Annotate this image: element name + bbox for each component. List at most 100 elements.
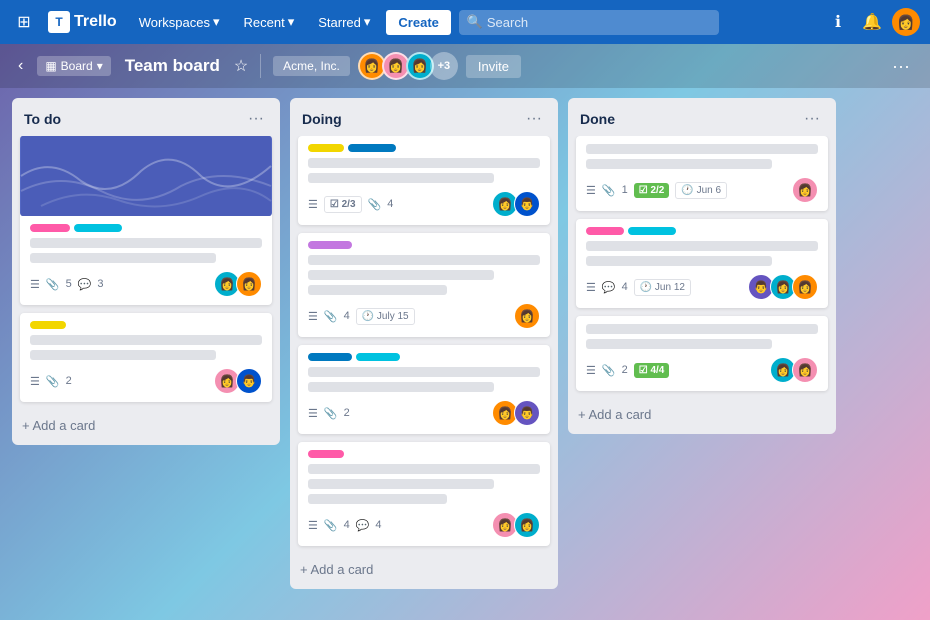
due-date-badge: 🕐 July 15: [356, 308, 415, 325]
card-avatar[interactable]: 👨: [514, 191, 540, 217]
attach-icon: 📎: [368, 198, 382, 211]
star-button[interactable]: ☆: [234, 56, 248, 76]
menu-icon: ☰: [30, 375, 40, 388]
card-todo-1[interactable]: ☰ 📎 5 💬 3 👩 👩: [20, 136, 272, 305]
comment-count: 3: [97, 278, 103, 290]
recent-menu[interactable]: Recent ▾: [236, 10, 303, 34]
card-text-line: [586, 324, 818, 334]
list-title-done: Done: [580, 111, 615, 127]
attach-icon: 📎: [324, 310, 338, 323]
card-text-line: [30, 335, 262, 345]
card-doing-3[interactable]: ☰ 📎 2 👩 👨: [298, 345, 550, 434]
info-button[interactable]: ℹ: [824, 8, 852, 36]
add-card-button-doing[interactable]: + Add a card: [290, 554, 558, 585]
label-cyan: [628, 227, 676, 235]
card-text-line: [308, 285, 447, 295]
check-badge-green: ☑ 4/4: [634, 363, 670, 378]
card-doing-1[interactable]: ☰ ☑ 2/3 📎 4 👩 👨: [298, 136, 550, 225]
board-more-button[interactable]: ···: [884, 52, 918, 81]
board-icon: ▦: [45, 59, 56, 73]
attach-icon: 📎: [602, 364, 616, 377]
card-meta: ☰ 📎 4 🕐 July 15 👩: [308, 303, 540, 329]
card-text-line: [308, 367, 540, 377]
attach-icon: 📎: [46, 375, 60, 388]
card-meta: ☰ 📎 2 ☑ 4/4 👩 👩: [586, 357, 818, 383]
card-done-2[interactable]: ☰ 💬 4 🕐 Jun 12 👨 👩 👩: [576, 219, 828, 308]
board-subheader: ‹ ▦ Board ▾ Team board ☆ Acme, Inc. 👩 👩 …: [0, 44, 930, 88]
starred-menu[interactable]: Starred ▾: [310, 10, 378, 34]
card-labels: [308, 144, 540, 152]
list-cards-todo: ☰ 📎 5 💬 3 👩 👩: [12, 136, 280, 410]
grid-menu-button[interactable]: ⊞: [10, 8, 38, 36]
board-title: Team board: [119, 56, 226, 76]
list-more-done[interactable]: ···: [800, 108, 824, 130]
card-avatars: 👩 👨: [492, 400, 540, 426]
attach-icon: 📎: [324, 519, 338, 532]
nav-right-actions: ℹ 🔔 👩: [824, 8, 920, 36]
back-button[interactable]: ‹: [12, 53, 29, 79]
add-card-button-todo[interactable]: + Add a card: [12, 410, 280, 441]
label-pink: [586, 227, 624, 235]
search-input[interactable]: [459, 10, 719, 35]
card-avatar[interactable]: 👩: [236, 271, 262, 297]
label-purple: [308, 241, 352, 249]
label-blue: [308, 353, 352, 361]
divider: [260, 54, 261, 78]
card-avatars: 👩 👨: [214, 368, 262, 394]
comment-icon: 💬: [356, 519, 370, 532]
list-header-done: Done ···: [568, 98, 836, 136]
card-avatar[interactable]: 👩: [792, 177, 818, 203]
card-labels: [586, 227, 818, 235]
card-text-line: [586, 144, 818, 154]
card-doing-2[interactable]: ☰ 📎 4 🕐 July 15 👩: [298, 233, 550, 337]
card-avatar[interactable]: 👩: [792, 274, 818, 300]
attach-count: 4: [387, 198, 393, 210]
card-meta: ☰ 💬 4 🕐 Jun 12 👨 👩 👩: [586, 274, 818, 300]
attach-count: 2: [66, 375, 72, 387]
card-avatar[interactable]: 👩: [514, 512, 540, 538]
user-avatar[interactable]: 👩: [892, 8, 920, 36]
card-labels: [308, 450, 540, 458]
list-more-todo[interactable]: ···: [244, 108, 268, 130]
workspace-badge[interactable]: Acme, Inc.: [273, 56, 350, 76]
card-done-3[interactable]: ☰ 📎 2 ☑ 4/4 👩 👩: [576, 316, 828, 391]
create-button[interactable]: Create: [386, 10, 450, 35]
check-badge-green: ☑ 2/2: [634, 183, 670, 198]
card-text-line: [308, 158, 540, 168]
more-members-badge[interactable]: +3: [430, 52, 458, 80]
list-more-doing[interactable]: ···: [522, 108, 546, 130]
menu-icon: ☰: [308, 198, 318, 211]
card-doing-4[interactable]: ☰ 📎 4 💬 4 👩 👩: [298, 442, 550, 546]
card-meta: ☰ 📎 5 💬 3 👩 👩: [30, 271, 262, 297]
card-meta: ☰ 📎 4 💬 4 👩 👩: [308, 512, 540, 538]
label-yellow: [30, 321, 66, 329]
add-card-button-done[interactable]: + Add a card: [568, 399, 836, 430]
label-cyan: [356, 353, 400, 361]
card-text-line: [308, 479, 494, 489]
card-done-1[interactable]: ☰ 📎 1 ☑ 2/2 🕐 Jun 6 👩: [576, 136, 828, 211]
board-view-badge[interactable]: ▦ Board ▾: [37, 56, 110, 76]
card-avatars: 👩 👩: [770, 357, 818, 383]
due-date-badge: 🕐 Jun 12: [634, 279, 691, 296]
card-cover: [20, 136, 272, 216]
card-avatar[interactable]: 👩: [792, 357, 818, 383]
trello-logo-text: Trello: [74, 13, 117, 31]
card-text-line: [308, 382, 494, 392]
card-avatars: 👩 👩: [214, 271, 262, 297]
card-todo-2[interactable]: ☰ 📎 2 👩 👨: [20, 313, 272, 402]
card-avatar[interactable]: 👩: [514, 303, 540, 329]
card-text-line: [586, 159, 772, 169]
workspaces-menu[interactable]: Workspaces ▾: [131, 10, 228, 34]
card-text-line: [586, 256, 772, 266]
card-avatar[interactable]: 👨: [236, 368, 262, 394]
menu-icon: ☰: [586, 364, 596, 377]
attach-count: 4: [344, 310, 350, 322]
attach-icon: 📎: [324, 407, 338, 420]
invite-button[interactable]: Invite: [466, 55, 521, 78]
card-text-line: [586, 339, 772, 349]
notifications-button[interactable]: 🔔: [858, 8, 886, 36]
member-avatars: 👩 👩 👩 +3: [358, 52, 458, 80]
card-avatar[interactable]: 👨: [514, 400, 540, 426]
menu-icon: ☰: [586, 281, 596, 294]
card-text-line: [30, 253, 216, 263]
